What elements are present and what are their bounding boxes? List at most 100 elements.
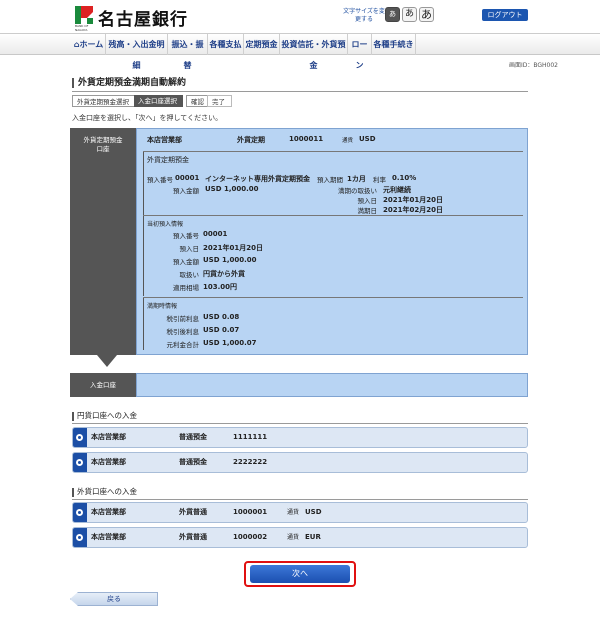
account-number: 1000002 — [233, 533, 268, 541]
back-button[interactable]: 戻る — [70, 592, 158, 606]
fx-account-row-1[interactable]: 本店営業部 外貨普通 1000001 通貨 USD — [72, 502, 528, 523]
rate-value: 0.10% — [392, 174, 417, 182]
bank-name: 名古屋銀行 — [98, 10, 188, 30]
amount-label: 預入金額 — [173, 187, 199, 195]
nav-payment[interactable]: 各種支払 — [208, 34, 244, 55]
fx-account-row-2[interactable]: 本店営業部 外貨普通 1000002 通貨 EUR — [72, 527, 528, 548]
deposit-no: 00001 — [175, 174, 200, 182]
init-handling: 円貨から外貨 — [203, 270, 245, 278]
init-amount-label: 預入金額 — [173, 258, 199, 266]
nav-time-deposit[interactable]: 定期預金 — [244, 34, 280, 55]
radio-cell — [73, 503, 87, 522]
radio-button[interactable] — [76, 509, 83, 516]
init-rate: 103.00円 — [203, 283, 238, 291]
instruction-text: 入金口座を選択し、「次へ」を押してください。 — [72, 114, 223, 122]
product-name: インターネット専用外貨定期預金 — [205, 175, 310, 183]
init-no: 00001 — [203, 230, 228, 238]
source-currency-label: 通貨 — [342, 138, 354, 144]
bank-name-sub: BANK OF NAGOYA — [75, 24, 89, 32]
arrow-down-icon — [97, 355, 117, 367]
nav-transfer[interactable]: 振込・振替 — [168, 34, 208, 70]
radio-cell — [73, 528, 87, 547]
logout-button[interactable]: ログアウト — [482, 9, 528, 21]
radio-cell — [73, 453, 87, 472]
account-branch: 本店営業部 — [91, 433, 126, 441]
section-maturity-title: 満期時情報 — [147, 303, 178, 310]
init-date-label: 預入日 — [179, 245, 200, 253]
maturity-handling: 元利継続 — [383, 186, 411, 194]
nav-procedures[interactable]: 各種手続き — [372, 34, 416, 55]
source-currency: USD — [359, 135, 376, 143]
divider — [143, 215, 523, 216]
fx-group-title-text: 外貨口座への入金 — [77, 487, 137, 496]
page-title-text: 外貨定期預金満期自動解約 — [78, 78, 187, 88]
section-initial-title: 当初預入情報 — [147, 221, 184, 228]
post-tax-label: 税引後利息 — [166, 328, 200, 336]
source-type: 外貨定期 — [237, 136, 265, 144]
init-handling-label: 取扱い — [179, 271, 200, 279]
account-branch: 本店営業部 — [91, 508, 126, 516]
font-size-label: 文字サイズを変更する — [343, 8, 385, 23]
divider — [143, 297, 523, 298]
yen-group-title: 円貨口座への入金 — [72, 410, 528, 424]
radio-button[interactable] — [76, 434, 83, 441]
radio-button[interactable] — [76, 459, 83, 466]
section-bar — [143, 298, 144, 350]
nav-balance[interactable]: 残高・入出金明細 — [106, 34, 168, 70]
font-size-medium-button[interactable]: あ — [402, 7, 417, 22]
deposit-account-label: 入金口座 — [70, 373, 136, 397]
init-date: 2021年01月20日 — [203, 244, 263, 252]
yen-account-row-2[interactable]: 本店営業部 普通預金 2222222 — [72, 452, 528, 473]
deposit-date-label: 預入日 — [357, 197, 378, 205]
currency-label: 通貨 — [287, 534, 300, 541]
radio-cell — [73, 428, 87, 447]
account-type: 普通預金 — [179, 433, 207, 441]
pre-tax-label: 税引前利息 — [166, 315, 200, 323]
bank-logo-icon — [75, 6, 93, 24]
source-label-line1: 外貨定期預金 — [83, 136, 123, 144]
source-account-panel: 本店営業部 外貨定期 1000011 通貨 USD 外貨定期預金 預入番号 00… — [136, 128, 528, 355]
account-number: 2222222 — [233, 458, 268, 466]
total-label: 元利金合計 — [166, 341, 200, 349]
account-branch: 本店営業部 — [91, 533, 126, 541]
fx-group-title: 外貨口座への入金 — [72, 486, 528, 500]
section-time-deposit-title: 外貨定期預金 — [147, 156, 189, 164]
nav-investment[interactable]: 投資信託・外貨預金 — [280, 34, 348, 70]
period-value: 1カ月 — [347, 175, 366, 183]
nav-home[interactable]: ⌂ホーム — [72, 34, 106, 55]
account-branch: 本店営業部 — [91, 458, 126, 466]
init-no-label: 預入番号 — [173, 232, 199, 240]
pre-tax: USD 0.08 — [203, 313, 240, 321]
page-title: 外貨定期預金満期自動解約 — [72, 75, 528, 92]
maturity-date-label: 満期日 — [357, 207, 378, 215]
yen-account-row-1[interactable]: 本店営業部 普通預金 1111111 — [72, 427, 528, 448]
init-amount: USD 1,000.00 — [203, 256, 257, 264]
period-label: 預入期間 — [317, 176, 343, 184]
yen-group-title-text: 円貨口座への入金 — [77, 411, 137, 420]
currency-value: USD — [305, 508, 322, 516]
next-button[interactable]: 次へ — [250, 565, 350, 583]
account-number: 1000001 — [233, 508, 268, 516]
source-account-label: 外貨定期預金 口座 — [70, 128, 136, 355]
currency-value: EUR — [305, 533, 321, 541]
account-type: 普通預金 — [179, 458, 207, 466]
account-number: 1111111 — [233, 433, 268, 441]
nav-loan[interactable]: ローン — [348, 34, 372, 70]
deposit-account-panel — [136, 373, 528, 397]
screen-id: 画面ID：BGH002 — [508, 62, 558, 69]
divider — [143, 151, 523, 152]
step-1: 外貨定期預金選択 — [72, 95, 136, 107]
nav-home-label: ホーム — [79, 40, 104, 49]
init-rate-label: 適用相場 — [173, 284, 199, 292]
amount-value: USD 1,000.00 — [205, 185, 259, 193]
source-number: 1000011 — [289, 135, 324, 143]
total-value: USD 1,000.07 — [203, 339, 257, 347]
font-size-small-button[interactable]: あ — [385, 7, 400, 22]
radio-button[interactable] — [76, 534, 83, 541]
font-size-large-button[interactable]: あ — [419, 7, 434, 22]
account-type: 外貨普通 — [179, 508, 207, 516]
rate-label: 利率 — [373, 176, 386, 184]
section-bar — [143, 216, 144, 296]
section-bar — [143, 152, 144, 217]
post-tax: USD 0.07 — [203, 326, 240, 334]
